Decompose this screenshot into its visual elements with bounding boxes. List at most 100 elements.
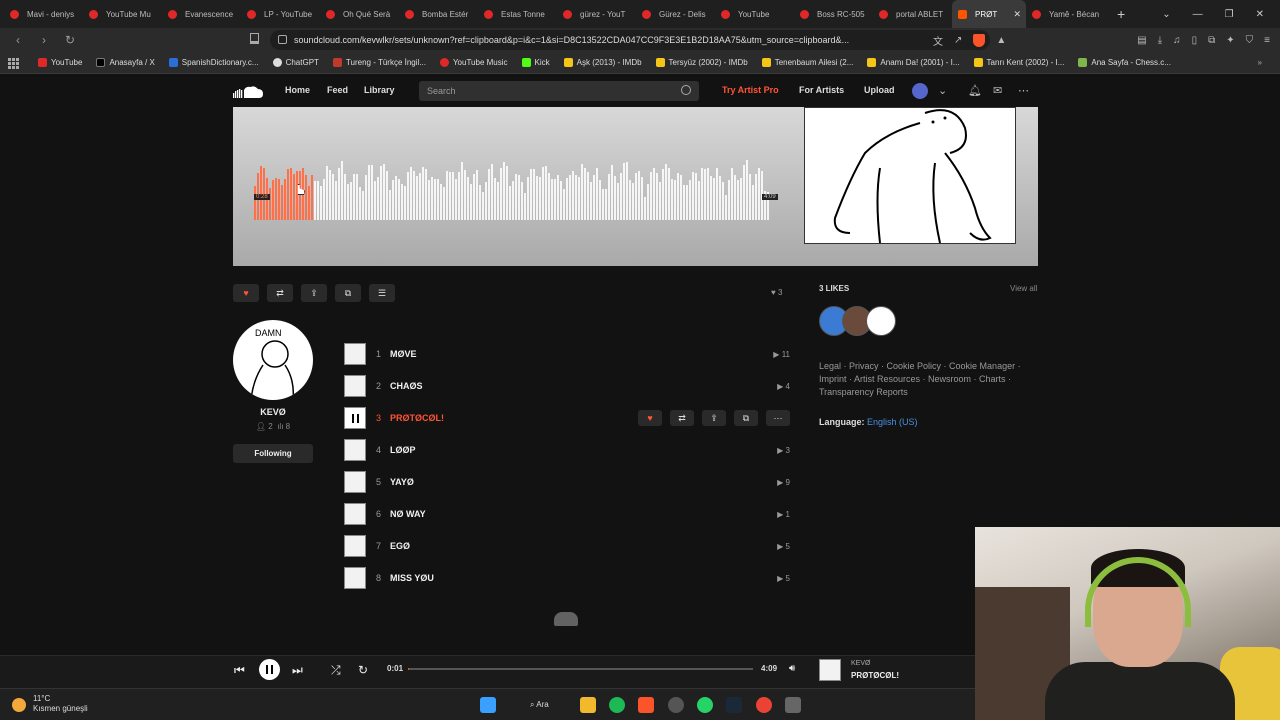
tab-0[interactable]: Mavi - deniys: [4, 0, 83, 28]
bookmark-item[interactable]: Ana Sayfa - Chess.c...: [1078, 58, 1171, 67]
vpn-icon[interactable]: ⛉: [1246, 35, 1254, 46]
tab-3[interactable]: LP - YouTube: [241, 0, 320, 28]
artist-avatar[interactable]: DAMN: [233, 320, 313, 400]
track-row[interactable]: 6 NØ WAY ▶ 1: [344, 503, 790, 525]
previous-icon[interactable]: ⏮: [234, 663, 245, 678]
player-title[interactable]: PRØTØCØL!: [851, 671, 899, 680]
bookmark-item[interactable]: YouTube Music: [439, 58, 508, 67]
back-icon[interactable]: ‹: [10, 33, 26, 47]
bookmark-page-icon[interactable]: [250, 33, 259, 44]
share-button[interactable]: ⇪: [301, 284, 327, 302]
track-row[interactable]: 2 CHAØS ▶ 4: [344, 375, 790, 397]
track-title[interactable]: CHAØS: [390, 381, 423, 391]
volume-icon[interactable]: 🔊︎: [789, 663, 795, 674]
close-tab-icon[interactable]: ✕: [1013, 9, 1021, 20]
nav-library[interactable]: Library: [364, 85, 395, 95]
forward-icon[interactable]: ›: [36, 33, 52, 47]
translate-icon[interactable]: 文: [933, 33, 943, 48]
share-icon[interactable]: ↗: [954, 35, 962, 46]
copy-link-button[interactable]: ⧉: [335, 284, 361, 302]
taskbar-search[interactable]: ⌕ Ara: [516, 697, 566, 713]
music-icon[interactable]: ♫: [1173, 35, 1181, 46]
player-artwork[interactable]: [819, 659, 841, 681]
track-title[interactable]: EGØ: [390, 541, 410, 551]
track-title[interactable]: LØØP: [390, 445, 416, 455]
track-artwork[interactable]: [344, 439, 366, 461]
panel-icon[interactable]: ▯: [1192, 35, 1198, 46]
try-artist-pro-link[interactable]: Try Artist Pro: [722, 85, 779, 95]
tab-2[interactable]: Evanescence: [162, 0, 241, 28]
bookmark-item[interactable]: Anamı Da! (2001) - I...: [867, 58, 960, 67]
repeat-icon[interactable]: ↻: [358, 663, 368, 677]
soundcloud-logo-icon[interactable]: [232, 84, 264, 100]
more-icon[interactable]: ⋯: [1018, 84, 1029, 97]
sidebar-icon[interactable]: ▤: [1137, 35, 1146, 46]
download-icon[interactable]: ⤓: [1158, 35, 1162, 46]
repost-button[interactable]: ⇄: [670, 410, 694, 426]
upload-link[interactable]: Upload: [864, 85, 895, 95]
track-title[interactable]: MØVE: [390, 349, 417, 359]
waveform[interactable]: [254, 160, 774, 220]
bookmark-item[interactable]: Tersyüz (2002) - IMDb: [655, 58, 748, 67]
rewards-icon[interactable]: ▲: [996, 35, 1006, 46]
bookmark-item[interactable]: Aşk (2013) - IMDb: [563, 58, 642, 67]
more-bookmarks-icon[interactable]: »: [1258, 58, 1262, 67]
pause-button[interactable]: [259, 659, 280, 680]
track-title[interactable]: NØ WAY: [390, 509, 426, 519]
track-row[interactable]: 8 MISS YØU ▶ 5: [344, 567, 790, 589]
view-all-link[interactable]: View all: [1010, 284, 1037, 293]
notifications-icon[interactable]: 🔔︎: [968, 84, 982, 97]
spotify-icon[interactable]: [609, 697, 625, 713]
track-title[interactable]: PRØTØCØL!: [390, 413, 444, 423]
messages-icon[interactable]: ✉: [993, 84, 1002, 97]
share-button[interactable]: ⇪: [702, 410, 726, 426]
track-artwork[interactable]: [344, 567, 366, 589]
tab-9[interactable]: YouTube: [715, 0, 794, 28]
track-artwork[interactable]: [344, 375, 366, 397]
chrome-icon[interactable]: [756, 697, 772, 713]
chevron-down-icon[interactable]: ⌄: [938, 84, 947, 97]
following-button[interactable]: Following: [233, 444, 313, 463]
like-button[interactable]: ♥: [233, 284, 259, 302]
tab-1[interactable]: YouTube Mu: [83, 0, 162, 28]
add-to-next-up-button[interactable]: ☰: [369, 284, 395, 302]
track-artwork[interactable]: [344, 503, 366, 525]
tab-6[interactable]: Estas Tonne: [478, 0, 557, 28]
player-progress-bar[interactable]: [408, 668, 753, 670]
track-row-current[interactable]: 3 PRØTØCØL! ♥ ⇄ ⇪ ⧉ ⋯: [344, 407, 790, 429]
shuffle-icon[interactable]: ⤮: [331, 663, 341, 678]
track-artwork[interactable]: [344, 535, 366, 557]
weather-widget[interactable]: 11°C Kısmen güneşli: [12, 694, 88, 714]
footer-links[interactable]: Legal · Privacy · Cookie Policy · Cookie…: [819, 360, 1029, 399]
user-avatar[interactable]: [912, 83, 928, 99]
screenshot-icon[interactable]: ⧉: [1208, 35, 1215, 46]
repost-button[interactable]: ⇄: [267, 284, 293, 302]
tab-4[interactable]: Oh Qué Serà: [320, 0, 399, 28]
bookmark-item[interactable]: Tenenbaum Ailesi (2...: [761, 58, 853, 67]
track-title[interactable]: MISS YØU: [390, 573, 434, 583]
tab-5[interactable]: Bomba Estér: [399, 0, 478, 28]
track-title[interactable]: YAYØ: [390, 477, 414, 487]
search-input[interactable]: Search: [419, 81, 699, 101]
app-icon[interactable]: [668, 697, 684, 713]
bookmark-item[interactable]: YouTube: [38, 58, 82, 67]
next-icon[interactable]: ⏭: [292, 663, 303, 678]
track-artwork[interactable]: [344, 343, 366, 365]
nav-feed[interactable]: Feed: [327, 85, 348, 95]
track-artwork[interactable]: [344, 471, 366, 493]
settings-icon[interactable]: [785, 697, 801, 713]
bookmark-item[interactable]: Kick: [521, 58, 550, 67]
close-window-icon[interactable]: ✕: [1256, 9, 1264, 20]
bookmark-item[interactable]: Tureng - Türkçe İngil...: [332, 58, 426, 67]
track-artwork[interactable]: [344, 407, 366, 429]
bookmark-item[interactable]: ChatGPT: [272, 58, 319, 67]
track-row[interactable]: 7 EGØ ▶ 5: [344, 535, 790, 557]
menu-icon[interactable]: ≡: [1264, 35, 1270, 46]
new-tab-button[interactable]: +: [1117, 6, 1125, 22]
artist-name[interactable]: KEVØ: [233, 407, 313, 417]
tab-10[interactable]: Boss RC-505: [794, 0, 873, 28]
bookmark-item[interactable]: Anasayfa / X: [96, 58, 155, 67]
player-artist[interactable]: KEVØ: [851, 660, 870, 667]
steam-icon[interactable]: [726, 697, 742, 713]
brave-shield-icon[interactable]: [973, 33, 986, 47]
